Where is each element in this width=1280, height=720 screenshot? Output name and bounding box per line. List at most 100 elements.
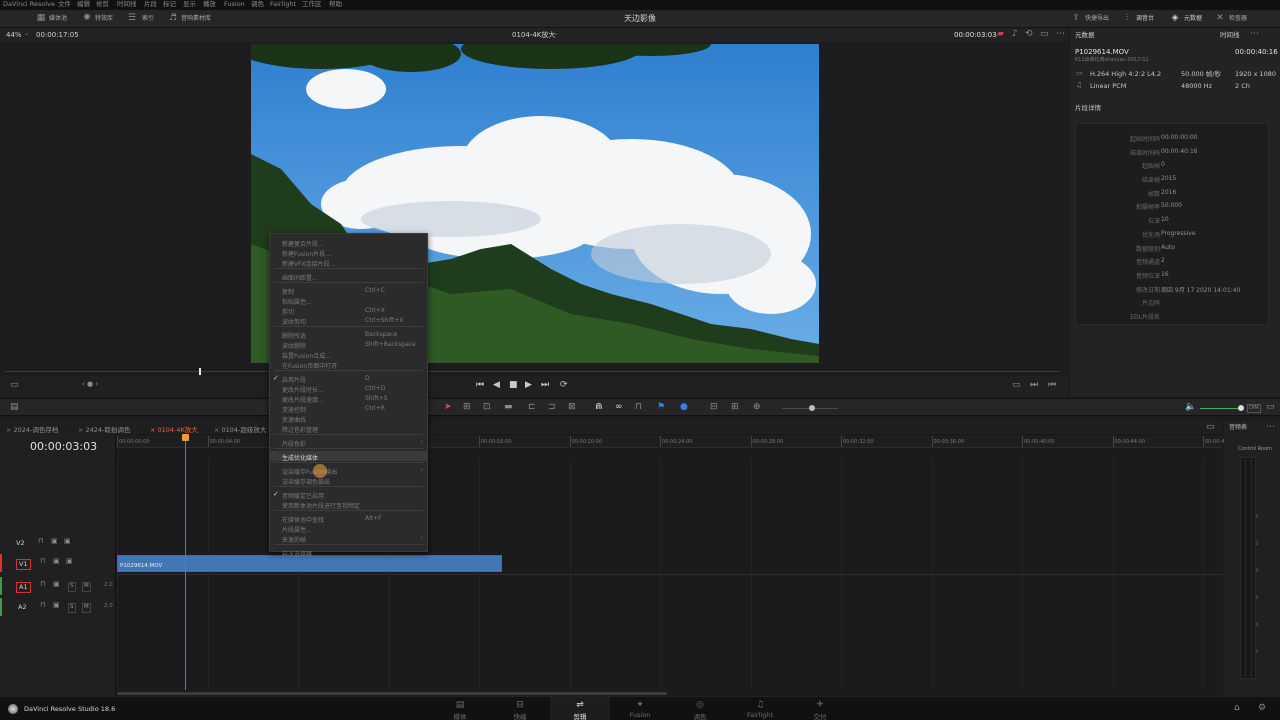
zoom-custom-icon[interactable]: ⊕ (753, 403, 761, 412)
zoom-fit-icon[interactable]: ⊟ (710, 403, 718, 412)
dim-button[interactable]: DIM (1247, 404, 1261, 413)
menu-item-1[interactable]: 文件 (58, 1, 71, 8)
menu-item-0[interactable]: DaVinci Resolve (3, 1, 55, 8)
index-icon[interactable]: ☰ (127, 14, 137, 23)
detail-value[interactable]: 0 (1161, 161, 1165, 168)
menu-item[interactable]: 降过色彩管理 (270, 423, 427, 434)
jog-icon[interactable]: ‹ ● › (82, 381, 98, 388)
metadata-button[interactable]: 元数据 (1184, 16, 1202, 22)
settings-icon[interactable]: ⚙ (1258, 704, 1266, 713)
menu-item-2[interactable]: 编辑 (77, 1, 90, 8)
track-header-a1[interactable]: A1 ⊓ ▣ S M 2.0 (0, 577, 116, 595)
playhead[interactable] (185, 436, 186, 690)
chevron-down-icon[interactable]: ⌄ (24, 31, 29, 37)
track-header-v2[interactable]: V2 ⊓ ▣ ▣ (0, 534, 116, 552)
dynamic-trim-icon[interactable]: ⊡ (483, 403, 491, 412)
video-track-icon[interactable]: ▣ (53, 558, 60, 565)
detail-value[interactable]: 2016 (1161, 189, 1176, 196)
flag-icon[interactable]: ⚑ (657, 403, 665, 412)
blade-tool-icon[interactable]: ▬ (504, 403, 513, 412)
next-frame-icon[interactable]: ⏭ (1030, 381, 1038, 390)
track-header-a2[interactable]: A2 ⊓ ▣ S M 2.0 (0, 598, 116, 616)
timeline-scrollbar[interactable] (117, 692, 667, 695)
volume-handle[interactable] (1238, 405, 1244, 411)
menu-item[interactable]: 渲染缓存调色输出 (270, 475, 427, 486)
audio-options-icon[interactable]: ▭ (1266, 403, 1275, 412)
trim-tool-icon[interactable]: ⊞ (463, 403, 471, 412)
detail-value[interactable]: 50.000 (1161, 202, 1182, 209)
menu-item[interactable]: 渲染缓存Fusion输出 › (270, 465, 427, 476)
menu-item-13[interactable]: 帮助 (329, 1, 342, 8)
loop-icon[interactable]: ⟳ (560, 381, 568, 390)
viewer-options-icon[interactable]: ▭ (10, 381, 19, 390)
zoom-level[interactable]: 44% (6, 32, 22, 39)
menu-item[interactable]: 变速控制 Ctrl+R (270, 403, 427, 414)
menu-item[interactable]: 删除所选 Backspace (270, 329, 427, 340)
detail-value[interactable]: 周四 9月 17 2020 14:01:40 (1161, 285, 1240, 294)
detail-value[interactable]: 2015 (1161, 175, 1176, 182)
menu-item[interactable]: 复制 Ctrl+C (270, 285, 427, 296)
menu-item-11[interactable]: Fairlight (270, 1, 296, 8)
viewer-scrubber[interactable] (0, 368, 1068, 376)
menu-item-3[interactable]: 修剪 (96, 1, 109, 8)
play-icon[interactable]: ▶ (525, 381, 532, 390)
scrubber-handle[interactable] (199, 368, 201, 375)
sync-icon[interactable]: ⟲ (1025, 30, 1033, 39)
match-frame-icon[interactable]: ▭ (1012, 381, 1021, 390)
snapping-icon[interactable]: ⋒ (595, 403, 603, 412)
menu-item[interactable]: 画面间距置... (270, 271, 427, 282)
timeline-view-icon[interactable]: ▤ (10, 403, 19, 412)
detail-value[interactable]: 00:00:00:00 (1161, 134, 1198, 141)
detail-value[interactable]: 2 (1161, 257, 1165, 264)
visibility-icon[interactable]: ▣ (66, 558, 73, 565)
visibility-icon[interactable]: ▣ (64, 538, 71, 545)
zoom-slider-handle[interactable] (809, 405, 815, 411)
insert-clip-icon[interactable]: ⊏ (528, 403, 536, 412)
menu-item[interactable]: 片段属性... (270, 523, 427, 534)
timeline-name[interactable]: 0104-4K放大 (512, 32, 555, 39)
menu-item-4[interactable]: 时间线 (117, 1, 137, 8)
speaker-icon[interactable]: 🔈 (1185, 403, 1196, 412)
audio-track-icon[interactable]: ▣ (53, 602, 60, 609)
sound-library-icon[interactable]: ♬ (168, 14, 178, 23)
video-track-icon[interactable]: ▣ (51, 538, 58, 545)
menu-item[interactable]: 更改片段速度... Shift+S (270, 393, 427, 404)
tab-timeline-4[interactable]: × 0104-超级放大 (210, 421, 270, 434)
solo-button[interactable]: S (68, 603, 76, 613)
page-tab-2[interactable]: ⇌ 剪辑 (550, 697, 610, 720)
inspector-button[interactable]: 检查器 (1229, 16, 1247, 22)
menu-item-9[interactable]: Fusion (224, 1, 245, 8)
menu-item-8[interactable]: 播放 (203, 1, 216, 8)
menu-item[interactable]: 生成优化媒体 (270, 451, 427, 462)
quick-export-icon[interactable]: ⇪ (1071, 14, 1081, 23)
layout-icon[interactable]: ▭ (1040, 30, 1049, 39)
audio-track-icon[interactable]: ▣ (53, 581, 60, 588)
page-tab-6[interactable]: ✈ 交付 (790, 697, 850, 720)
sound-library-button[interactable]: 音响素材库 (181, 16, 211, 22)
tab-timeline-1[interactable]: × 2024-调色存档 (2, 421, 62, 434)
marker-icon[interactable]: ● (680, 403, 688, 412)
lock-icon[interactable]: ⊓ (40, 558, 45, 565)
menu-item[interactable]: 新建复合片段... (270, 237, 427, 248)
menu-item[interactable]: 片段色彩 › (270, 437, 427, 448)
prev-frame-icon[interactable]: ⏮ (1048, 381, 1056, 390)
menu-item[interactable]: 夹发的帧 › (270, 533, 427, 544)
menu-item[interactable]: 装置Fusion合成... (270, 349, 427, 360)
stop-icon[interactable]: ■ (509, 381, 518, 390)
go-to-start-icon[interactable]: ⏮ (476, 381, 484, 390)
play-reverse-icon[interactable]: ◀ (493, 381, 500, 390)
mixer-icon[interactable]: ⫶ (1122, 14, 1132, 23)
menu-item[interactable]: 启用片段 D ✓ (270, 373, 427, 384)
menu-item[interactable]: 更改片段时长... Ctrl+D (270, 383, 427, 394)
audio-monitor-icon[interactable]: ♪ (1012, 30, 1018, 39)
page-tab-3[interactable]: ✦ Fusion (610, 697, 670, 720)
menu-item[interactable]: 波纹删除 Shift+Backspace (270, 339, 427, 350)
lock-icon[interactable]: ⊓ (40, 581, 45, 588)
zoom-detail-icon[interactable]: ⊞ (731, 403, 739, 412)
volume-slider[interactable] (1200, 408, 1240, 409)
menu-item-7[interactable]: 显示 (183, 1, 196, 8)
mute-button[interactable]: M (82, 582, 91, 592)
panel-layout-icon[interactable]: ▭ (1206, 423, 1215, 432)
solo-button[interactable]: S (68, 582, 76, 592)
menu-item-6[interactable]: 标记 (163, 1, 176, 8)
